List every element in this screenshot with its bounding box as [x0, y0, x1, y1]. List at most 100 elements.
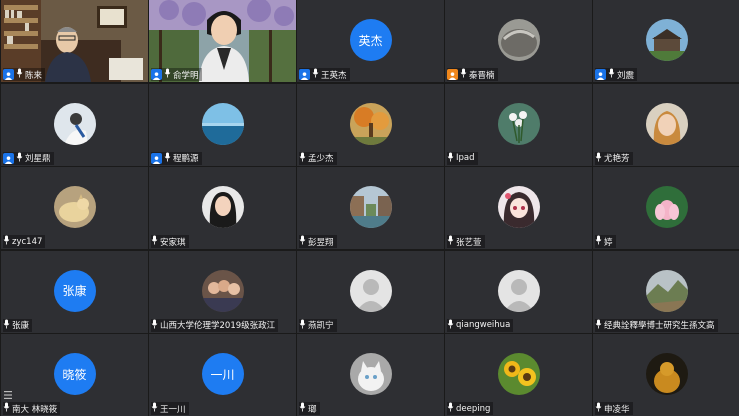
participant-avatar — [349, 353, 392, 395]
participant-tile[interactable]: 婷 — [593, 167, 739, 249]
participant-avatar — [349, 186, 392, 228]
participant-tile[interactable]: 张艺萱 — [445, 167, 592, 249]
participant-avatar — [349, 102, 392, 145]
participant-avatar: 张康 — [53, 269, 96, 312]
participant-label: 瑯 — [299, 402, 320, 415]
participant-label: 孟少杰 — [299, 151, 337, 165]
participant-label: 刘震 — [595, 68, 638, 81]
participant-tile[interactable]: 孟少杰 — [297, 83, 444, 166]
participant-tile[interactable]: Ipad — [445, 83, 592, 166]
participant-name: 瑯 — [308, 404, 317, 415]
microphone-icon — [299, 319, 306, 332]
microphone-icon — [151, 235, 158, 248]
participant-tile[interactable]: 英杰王英杰 — [297, 0, 444, 82]
participant-tile[interactable]: 刘星鼎 — [1, 83, 148, 166]
participant-name: 孟少杰 — [308, 154, 334, 164]
participant-tile[interactable]: 申凌华 — [593, 334, 739, 416]
participant-tile[interactable]: 经典詮釋學博士研究生孫文高 — [593, 250, 739, 333]
participant-label: 尤艳芳 — [595, 151, 633, 165]
microphone-icon — [3, 235, 10, 248]
participant-tile[interactable]: 一川王一川 — [149, 334, 296, 416]
participant-grid: 陈来 俞学明 英杰 王英杰 秦晋楠 刘震 刘星鼎 程鹏源 孟少杰 Ipad 尤艳芳 zyc147 安家琪… — [0, 0, 739, 416]
microphone-icon — [595, 319, 602, 332]
participant-avatar — [645, 102, 688, 145]
default-avatar-icon — [349, 269, 392, 312]
microphone-icon — [447, 152, 454, 165]
avatar-initials: 一川 — [210, 367, 235, 382]
microphone-icon — [460, 68, 467, 81]
participant-tile[interactable]: 程鹏源 — [149, 83, 296, 166]
participant-tile[interactable]: 安家琪 — [149, 167, 296, 249]
participant-label: 彭昱翔 — [299, 235, 337, 248]
participant-label: deeping — [447, 402, 494, 415]
participant-name: 山西大学伦理学2019级张政江 — [160, 321, 276, 331]
participant-name: 燕凯宁 — [308, 321, 334, 331]
user-role-icon — [3, 69, 14, 80]
participant-label: 燕凯宁 — [299, 318, 337, 332]
participant-label: 张艺萱 — [447, 235, 485, 248]
participant-name: 南大 林晓筱 — [12, 404, 58, 415]
avatar-initials: 英杰 — [358, 33, 383, 48]
participant-tile[interactable]: 彭昱翔 — [297, 167, 444, 249]
participant-label: Ipad — [447, 151, 478, 165]
participant-avatar: 一川 — [201, 353, 244, 395]
participant-avatar — [497, 19, 540, 61]
participant-avatar — [201, 186, 244, 228]
participant-label: 张康 — [3, 318, 33, 332]
participant-name: zyc147 — [12, 236, 43, 247]
participant-label: 王英杰 — [299, 68, 350, 81]
participant-label: 俞学明 — [151, 68, 202, 81]
microphone-icon — [164, 152, 171, 165]
participant-tile[interactable]: 刘震 — [593, 0, 739, 82]
participant-avatar — [497, 353, 540, 395]
participant-tile[interactable]: 秦晋楠 — [445, 0, 592, 82]
participant-label: 王一川 — [151, 402, 189, 415]
microphone-icon — [3, 319, 10, 332]
participant-tile[interactable]: qiangweihua — [445, 250, 592, 333]
participant-name: Ipad — [456, 153, 475, 163]
participant-tile[interactable]: 燕凯宁 — [297, 250, 444, 333]
participant-tile[interactable]: deeping — [445, 334, 592, 416]
participant-tile[interactable]: 张康 张康 — [1, 250, 148, 333]
participant-tile[interactable]: 山西大学伦理学2019级张政江 — [149, 250, 296, 333]
participant-tile[interactable]: 晓筱南大 林晓筱 — [1, 334, 148, 416]
user-role-icon — [299, 69, 310, 80]
participant-tile[interactable]: 陈来 — [1, 0, 148, 82]
participant-label: 刘星鼎 — [3, 151, 54, 165]
participant-label: 山西大学伦理学2019级张政江 — [151, 318, 279, 332]
microphone-icon — [312, 68, 319, 81]
user-role-icon — [151, 69, 162, 80]
participant-name: 王一川 — [160, 404, 186, 415]
participant-tile[interactable]: zyc147 — [1, 167, 148, 249]
participant-name: 刘震 — [617, 70, 635, 81]
microphone-icon — [299, 152, 306, 165]
participant-avatar — [201, 102, 244, 145]
participant-tile[interactable]: 瑯 — [297, 334, 444, 416]
microphone-icon — [595, 402, 602, 415]
avatar-initials: 张康 — [62, 284, 87, 298]
participant-label: 秦晋楠 — [447, 68, 498, 81]
microphone-icon — [595, 152, 602, 165]
participant-tile[interactable]: 尤艳芳 — [593, 83, 739, 166]
microphone-icon — [447, 402, 454, 415]
participant-name: 王英杰 — [321, 70, 347, 81]
participant-label: 南大 林晓筱 — [3, 402, 61, 415]
participant-avatar — [53, 102, 96, 145]
avatar-initials: 晓筱 — [62, 367, 87, 382]
user-role-icon — [595, 69, 606, 80]
participant-avatar — [645, 353, 688, 395]
microphone-icon — [447, 319, 454, 332]
microphone-icon — [299, 235, 306, 248]
list-icon[interactable] — [4, 384, 12, 399]
microphone-icon — [595, 235, 602, 248]
microphone-icon — [447, 235, 454, 248]
user-role-icon — [447, 69, 458, 80]
microphone-icon — [3, 402, 10, 415]
participant-name: qiangweihua — [456, 320, 511, 330]
participant-name: 婷 — [604, 237, 613, 248]
microphone-icon — [151, 319, 158, 332]
participant-name: 陈来 — [25, 70, 43, 81]
microphone-icon — [164, 68, 171, 81]
participant-name: 尤艳芳 — [604, 154, 630, 164]
participant-tile[interactable]: 俞学明 — [149, 0, 296, 82]
